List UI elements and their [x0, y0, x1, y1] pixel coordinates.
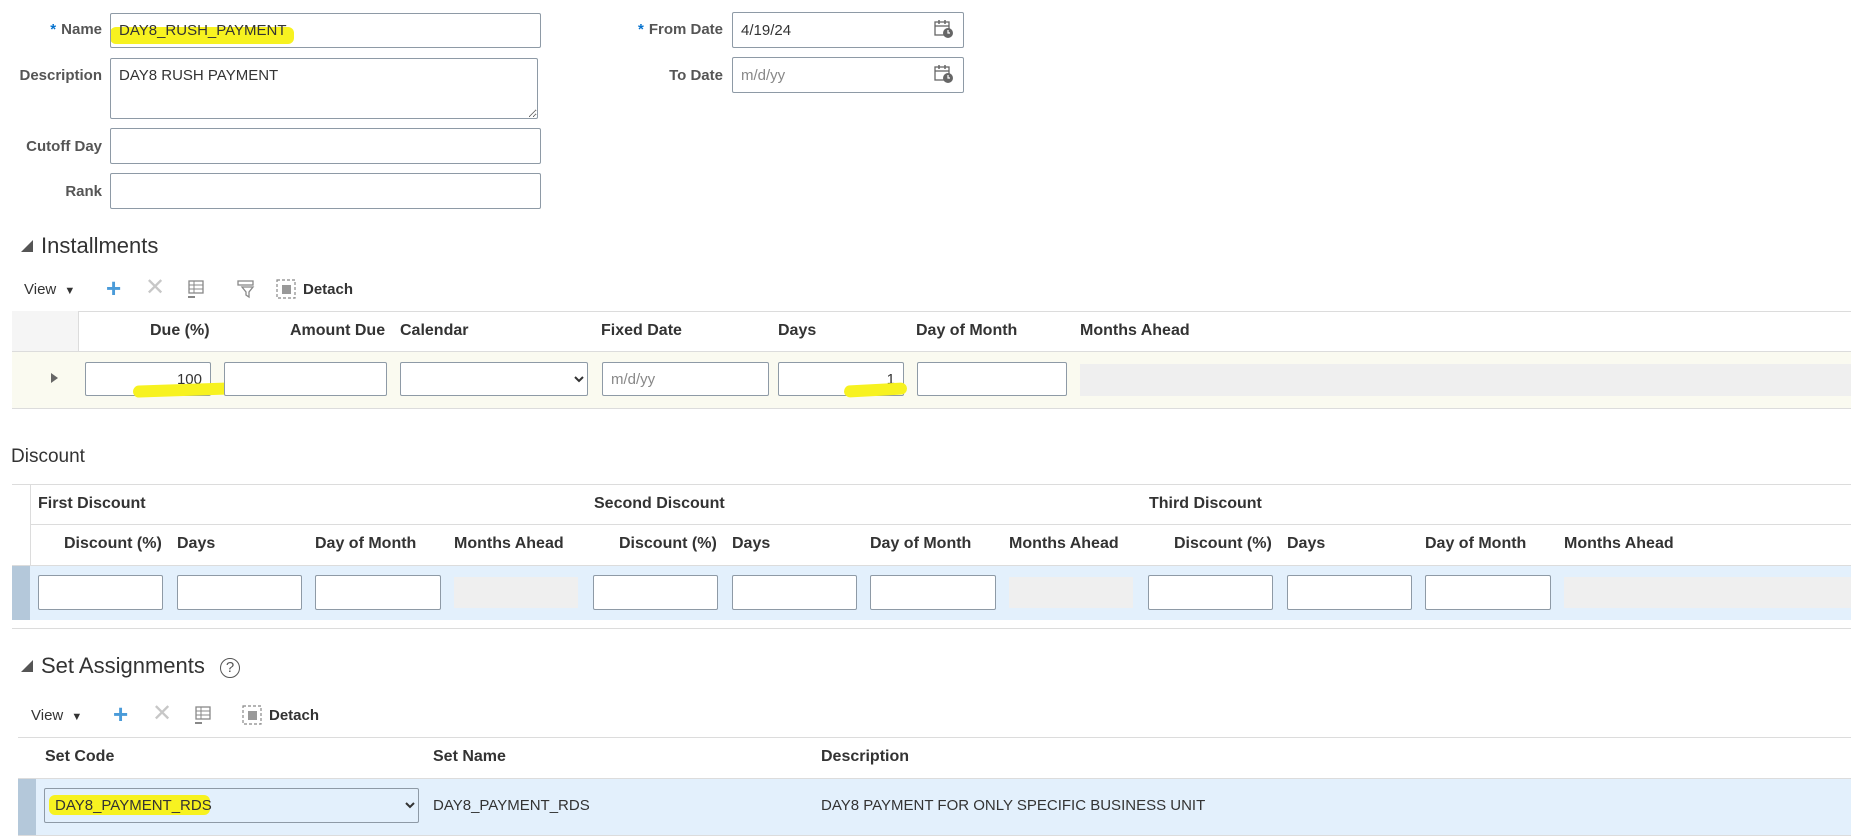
rank-label: Rank [65, 183, 102, 200]
third-discount-percent-input[interactable] [1148, 575, 1273, 610]
view-label: View [31, 707, 64, 724]
second-discount-months-ahead-readonly [1009, 577, 1133, 608]
column-header: Months Ahead [1080, 322, 1190, 339]
first-discount-months-ahead-readonly [454, 577, 578, 608]
add-icon[interactable]: + [106, 275, 121, 301]
column-header: Calendar [400, 322, 469, 339]
column-header: Discount (%) [619, 535, 717, 552]
column-header: Set Code [45, 748, 115, 765]
detach-button[interactable]: Detach [269, 707, 319, 724]
dropdown-arrow-icon: ▼ [64, 285, 76, 297]
first-discount-percent-input[interactable] [38, 575, 163, 610]
to-date-label: To Date [669, 67, 723, 84]
row-border [18, 835, 1851, 836]
freeze-columns-icon[interactable] [193, 705, 213, 725]
second-discount-percent-input[interactable] [593, 575, 718, 610]
table-border [12, 311, 1851, 312]
column-header: Due (%) [150, 322, 210, 339]
description-label: Description [19, 67, 102, 84]
name-input[interactable] [110, 13, 541, 48]
row-border [12, 408, 1851, 409]
help-icon[interactable]: ? [220, 658, 240, 678]
description-textarea[interactable]: DAY8 RUSH PAYMENT [110, 58, 538, 119]
column-header: Days [1287, 535, 1326, 552]
detach-icon[interactable] [242, 705, 262, 725]
discount-title: Discount [11, 446, 85, 467]
set-name-cell: DAY8_PAYMENT_RDS [433, 797, 590, 814]
row-header-cell [12, 311, 78, 351]
day-of-month-input[interactable] [917, 362, 1067, 396]
query-by-example-icon[interactable] [236, 279, 256, 299]
column-header: Day of Month [315, 535, 417, 552]
third-discount-days-input[interactable] [1287, 575, 1412, 610]
row-selection-bar [12, 565, 30, 620]
first-discount-days-input[interactable] [177, 575, 302, 610]
view-menu[interactable]: View ▼ [31, 707, 82, 724]
name-label: * Name [50, 21, 102, 38]
delete-icon[interactable]: ✕ [152, 702, 172, 726]
table-border [18, 737, 1851, 738]
collapse-triangle-icon[interactable] [20, 659, 34, 677]
fixed-date-input[interactable] [602, 362, 769, 396]
row-selection-bar [18, 778, 36, 835]
rank-input[interactable] [110, 173, 541, 209]
third-discount-day-of-month-input[interactable] [1425, 575, 1551, 610]
second-discount-days-input[interactable] [732, 575, 857, 610]
column-header: Amount Due [290, 322, 386, 339]
view-label: View [24, 281, 57, 298]
set-assignments-title: Set Assignments [41, 653, 205, 678]
row-border [12, 628, 1851, 629]
set-code-select[interactable]: DAY8_PAYMENT_RDS [44, 788, 419, 823]
row-border [18, 778, 1851, 779]
collapse-triangle-icon[interactable] [20, 239, 34, 257]
freeze-columns-icon[interactable] [186, 279, 206, 299]
dropdown-arrow-icon: ▼ [71, 711, 83, 723]
column-header: Days [177, 535, 216, 552]
from-date-input[interactable] [732, 12, 964, 48]
second-discount-day-of-month-input[interactable] [870, 575, 996, 610]
column-header: Set Name [433, 748, 506, 765]
third-discount-months-ahead-readonly [1564, 577, 1851, 608]
column-header: Months Ahead [1564, 535, 1674, 552]
column-header: Months Ahead [454, 535, 564, 552]
table-border [30, 524, 1851, 525]
cutoff-day-label: Cutoff Day [26, 138, 102, 155]
column-header: Day of Month [916, 322, 1018, 339]
cutoff-day-input[interactable] [110, 128, 541, 164]
calendar-icon[interactable] [934, 64, 954, 84]
view-menu[interactable]: View ▼ [24, 281, 75, 298]
column-header: Fixed Date [601, 322, 682, 339]
column-header: Description [821, 748, 910, 765]
discount-group-header: First Discount [38, 495, 146, 512]
column-header: Day of Month [1425, 535, 1527, 552]
to-date-input[interactable] [732, 57, 964, 93]
installments-title: Installments [41, 233, 159, 258]
column-header: Months Ahead [1009, 535, 1119, 552]
expand-row-icon[interactable] [49, 371, 59, 388]
discount-group-header: Second Discount [594, 495, 725, 512]
column-header: Discount (%) [1174, 535, 1272, 552]
column-header: Days [778, 322, 817, 339]
calendar-icon[interactable] [934, 19, 954, 39]
add-icon[interactable]: + [113, 701, 128, 727]
from-date-label: * From Date [637, 21, 723, 38]
description-cell: DAY8 PAYMENT FOR ONLY SPECIFIC BUSINESS … [821, 797, 1206, 814]
column-header: Discount (%) [64, 535, 162, 552]
months-ahead-readonly [1080, 364, 1851, 396]
row-border [12, 351, 1851, 352]
amount-due-input[interactable] [224, 362, 387, 396]
table-border [12, 484, 1851, 485]
discount-group-header: Third Discount [1149, 495, 1262, 512]
delete-icon[interactable]: ✕ [145, 276, 165, 300]
column-header: Days [732, 535, 771, 552]
detach-icon[interactable] [276, 279, 296, 299]
first-discount-day-of-month-input[interactable] [315, 575, 441, 610]
row-border [12, 565, 1851, 566]
calendar-select[interactable] [400, 362, 588, 396]
column-header: Day of Month [870, 535, 972, 552]
detach-button[interactable]: Detach [303, 281, 353, 298]
